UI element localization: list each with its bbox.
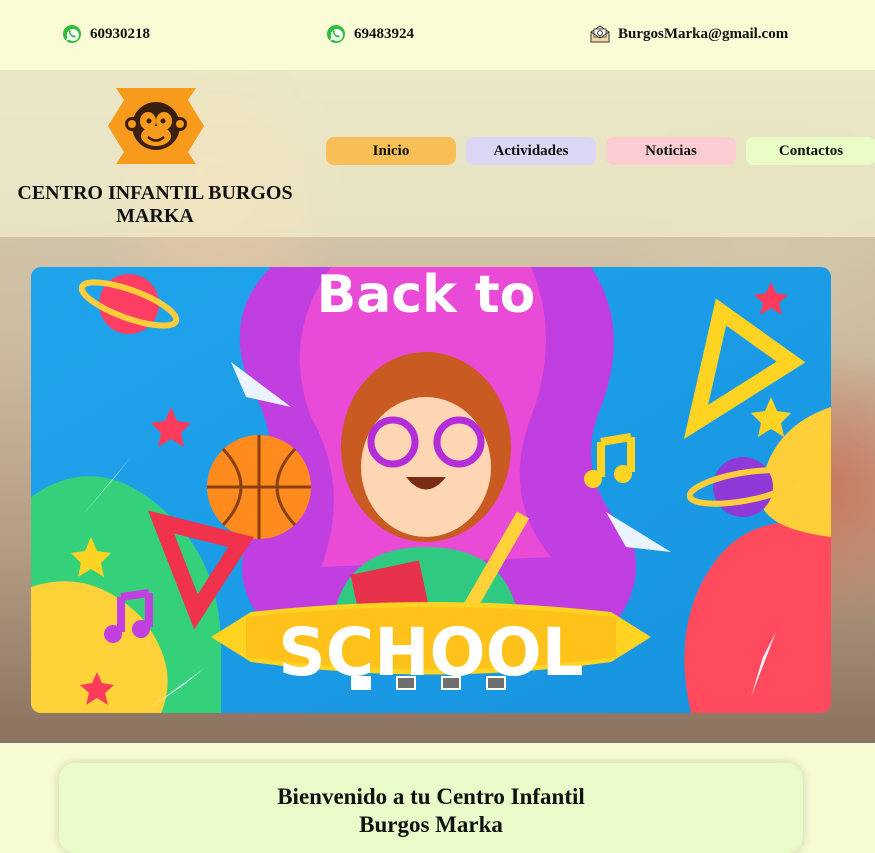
whatsapp-icon <box>327 25 345 43</box>
carousel-dot-2[interactable] <box>396 676 416 690</box>
phone-number-1: 60930218 <box>90 25 150 42</box>
main-nav: Inicio Actividades Noticias Contactos <box>326 137 875 165</box>
monkey-logo-icon[interactable] <box>108 88 204 164</box>
phone-contact-2[interactable]: 69483924 <box>326 24 414 44</box>
phone-number-2: 69483924 <box>354 25 414 42</box>
carousel-dot-1[interactable] <box>351 676 371 690</box>
header: CENTRO INFANTIL BURGOS MARKA Inicio Acti… <box>0 70 875 237</box>
welcome-line-1: Bienvenido a tu Centro Infantil <box>277 784 585 809</box>
email-address: BurgosMarka@gmail.com <box>618 25 789 42</box>
mail-envelope-icon <box>590 25 610 43</box>
nav-actividades[interactable]: Actividades <box>466 137 596 165</box>
contact-bar: 60930218 69483924 BurgosMarka@gmail.com <box>0 0 875 70</box>
welcome-line-2: Burgos Marka <box>359 812 503 837</box>
carousel-dot-4[interactable] <box>486 676 506 690</box>
nav-contactos[interactable]: Contactos <box>746 137 875 165</box>
hero-section: CENTRO INFANTIL BURGOS MARKA Inicio Acti… <box>0 70 875 743</box>
back-to-school-illustration: Back to SCHOOL <box>31 267 831 713</box>
image-carousel[interactable]: Back to SCHOOL <box>31 267 831 713</box>
site-title: CENTRO INFANTIL BURGOS MARKA <box>17 182 293 227</box>
carousel-indicators <box>351 676 506 690</box>
nav-noticias[interactable]: Noticias <box>606 137 736 165</box>
whatsapp-icon <box>63 25 81 43</box>
email-contact[interactable]: BurgosMarka@gmail.com <box>590 24 788 44</box>
back-to-text: Back to <box>317 267 536 325</box>
welcome-heading: Bienvenido a tu Centro Infantil Burgos M… <box>59 783 803 839</box>
nav-inicio[interactable]: Inicio <box>326 137 456 165</box>
welcome-card: Bienvenido a tu Centro Infantil Burgos M… <box>59 763 803 853</box>
phone-contact-1[interactable]: 60930218 <box>62 24 150 44</box>
carousel-dot-3[interactable] <box>441 676 461 690</box>
